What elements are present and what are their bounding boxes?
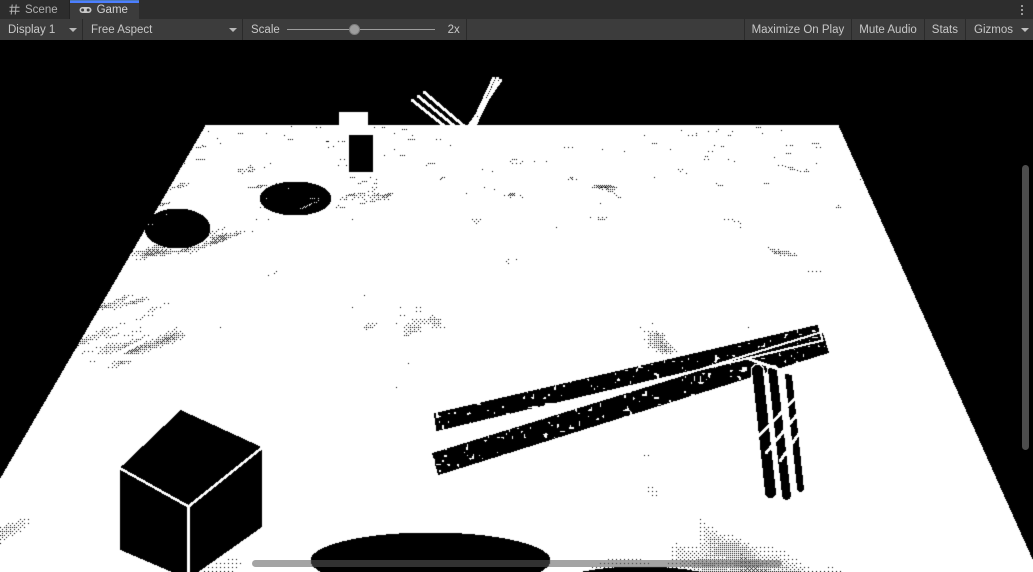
- chevron-down-icon: [1021, 27, 1029, 32]
- tab-scene-label: Scene: [25, 3, 58, 16]
- maximize-on-play-label: Maximize On Play: [751, 23, 845, 36]
- aspect-dropdown-label: Free Aspect: [91, 23, 153, 36]
- game-viewport[interactable]: [0, 40, 1033, 572]
- scale-slider[interactable]: [286, 23, 435, 37]
- chevron-down-icon: [229, 27, 237, 32]
- gizmos-label: Gizmos: [974, 23, 1013, 36]
- scale-slider-track: [286, 29, 435, 30]
- maximize-on-play-button[interactable]: Maximize On Play: [743, 19, 852, 40]
- toolbar-spacer: [466, 19, 744, 40]
- game-toolbar: Display 1 Free Aspect Scale 2x Maximize …: [0, 19, 1033, 41]
- game-window: Scene Game Display 1 Free Aspect Scale 2…: [0, 0, 1033, 572]
- mute-audio-button[interactable]: Mute Audio: [851, 19, 924, 40]
- tab-game-label: Game: [96, 4, 128, 16]
- scale-control: Scale 2x: [243, 19, 467, 40]
- tab-strip-filler: [138, 0, 1033, 19]
- tab-game[interactable]: Game: [69, 0, 140, 19]
- scale-label: Scale: [251, 23, 280, 36]
- toolbar-right-group: Maximize On Play Mute Audio Stats Gizmos: [743, 19, 1033, 40]
- display-dropdown[interactable]: Display 1: [0, 19, 83, 40]
- vertical-scrollbar[interactable]: [1022, 165, 1029, 450]
- tab-strip: Scene Game: [0, 0, 1033, 19]
- scale-slider-handle[interactable]: [348, 24, 360, 35]
- game-render-canvas[interactable]: [0, 40, 1033, 572]
- more-options-icon[interactable]: [1015, 0, 1029, 19]
- scale-value: 2x: [447, 23, 460, 36]
- aspect-dropdown[interactable]: Free Aspect: [83, 19, 243, 40]
- stats-button[interactable]: Stats: [923, 19, 966, 40]
- horizontal-scrollbar[interactable]: [252, 560, 782, 567]
- display-dropdown-label: Display 1: [8, 23, 56, 36]
- tab-scene[interactable]: Scene: [0, 0, 69, 19]
- gamepad-icon: [79, 5, 92, 15]
- mute-audio-label: Mute Audio: [859, 23, 917, 36]
- stats-label: Stats: [931, 23, 959, 36]
- chevron-down-icon: [69, 27, 77, 32]
- scene-grid-icon: [9, 4, 20, 15]
- gizmos-dropdown[interactable]: Gizmos: [965, 19, 1033, 40]
